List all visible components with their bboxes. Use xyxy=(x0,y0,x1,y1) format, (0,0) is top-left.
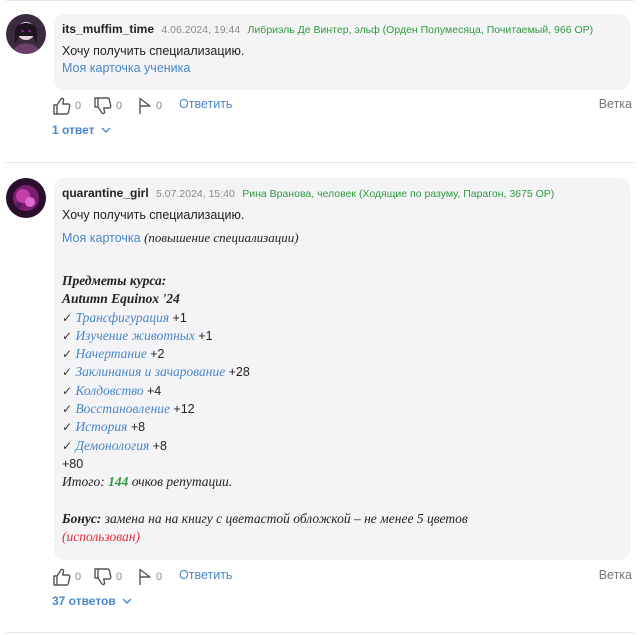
comment-date[interactable]: 5.07.2024, 15:40 xyxy=(156,188,235,200)
subject-points: +2 xyxy=(150,347,165,362)
check-icon: ✓ xyxy=(62,438,73,453)
post-divider xyxy=(6,632,634,633)
comment-text: Хочу получить специализацию. xyxy=(62,44,245,58)
check-icon: ✓ xyxy=(62,420,73,435)
subject-points: +1 xyxy=(172,310,187,325)
answers-label: 37 ответов xyxy=(52,594,116,608)
subject-item: ✓ История +8 xyxy=(62,418,622,436)
dislike-count: 0 xyxy=(116,100,123,112)
link-note: (повышение специализации) xyxy=(144,230,299,245)
show-answers-button[interactable]: 1 ответ xyxy=(52,123,111,137)
reply-button[interactable]: Ответить xyxy=(179,568,232,582)
subject-points: +8 xyxy=(130,420,146,435)
course-name: Autumn Equinox '24 xyxy=(62,291,180,307)
subject-link[interactable]: Восстановление xyxy=(75,401,170,416)
flag-icon xyxy=(139,568,151,585)
subject-item: ✓ Начертание +2 xyxy=(62,345,622,363)
comment-date[interactable]: 4.06.2024, 19:44 xyxy=(161,24,240,36)
subject-item: ✓ Колдовство +4 xyxy=(62,382,622,400)
thumbs-up-icon xyxy=(53,97,71,115)
bonus-text: замена на на книгу с цветастой обложкой … xyxy=(104,510,468,526)
reply-button[interactable]: Ответить xyxy=(179,97,232,111)
comment-text: Хочу получить специализацию. xyxy=(62,208,245,222)
dislike-button[interactable]: 0 xyxy=(93,568,122,586)
extra-points: +80 xyxy=(62,456,84,471)
subject-link[interactable]: Заклинания и зачарование xyxy=(75,364,225,379)
avatar[interactable] xyxy=(6,178,46,218)
subject-points: +1 xyxy=(198,328,213,343)
student-card-link[interactable]: Моя карточка ученика xyxy=(62,61,190,75)
subject-points: +4 xyxy=(147,383,162,398)
top-divider xyxy=(6,0,634,1)
post-divider xyxy=(6,162,634,163)
like-count: 0 xyxy=(75,571,82,583)
bonus-label: Бонус: xyxy=(62,510,102,526)
course-block: Предметы курса: Autumn Equinox '24 ✓ Тра… xyxy=(62,272,622,546)
flag-count: 0 xyxy=(156,100,163,112)
flag-button[interactable]: 0 xyxy=(137,568,162,586)
dislike-count: 0 xyxy=(116,571,123,583)
thumbs-down-icon xyxy=(94,568,112,586)
subject-item: ✓ Изучение животных +1 xyxy=(62,327,622,345)
subject-points: +8 xyxy=(152,438,167,453)
subject-points: +12 xyxy=(173,402,195,417)
subject-link[interactable]: История xyxy=(75,419,127,434)
check-icon: ✓ xyxy=(62,328,73,343)
subject-points: +28 xyxy=(228,365,250,380)
character-info: Рина Вранова, человек (Ходящие по разуму… xyxy=(242,188,555,200)
comment-actions: 0 0 0 Ответить Ветка xyxy=(52,97,632,115)
dislike-button[interactable]: 0 xyxy=(93,97,122,115)
check-icon: ✓ xyxy=(62,365,73,380)
avatar-image xyxy=(6,178,46,218)
chevron-down-icon xyxy=(122,598,132,604)
subject-item: ✓ Восстановление +12 xyxy=(62,400,622,418)
comment-bubble: its_muffim_time 4.06.2024, 19:44 Либриэл… xyxy=(54,14,630,90)
username[interactable]: quarantine_girl xyxy=(62,186,149,200)
check-icon: ✓ xyxy=(62,347,73,362)
total-value: 144 xyxy=(108,474,129,490)
check-icon: ✓ xyxy=(62,402,73,417)
like-count: 0 xyxy=(75,100,82,112)
subject-link[interactable]: Колдовство xyxy=(75,383,143,398)
chevron-down-icon xyxy=(101,127,111,133)
subject-item: ✓ Трансфигурация +1 xyxy=(62,309,622,327)
bonus-status: (использован) xyxy=(62,528,140,544)
like-button[interactable]: 0 xyxy=(52,568,81,586)
comment-header: quarantine_girl 5.07.2024, 15:40 Рина Вр… xyxy=(62,186,622,200)
course-title: Предметы курса: xyxy=(62,273,167,288)
subject-link[interactable]: Трансфигурация xyxy=(75,310,169,325)
check-icon: ✓ xyxy=(62,383,73,398)
subject-item: ✓ Демонология +8 xyxy=(62,437,622,455)
total-line: Итого: 144 очков репутации. xyxy=(62,473,622,491)
thumbs-up-icon xyxy=(53,568,71,586)
like-button[interactable]: 0 xyxy=(52,97,81,115)
total-prefix: Итого: xyxy=(62,474,105,490)
show-answers-button[interactable]: 37 ответов xyxy=(52,594,132,608)
comment-bubble: quarantine_girl 5.07.2024, 15:40 Рина Вр… xyxy=(54,178,630,560)
total-suffix: очков репутации. xyxy=(131,474,233,490)
bonus-line: Бонус: замена на на книгу с цветастой об… xyxy=(62,510,622,528)
subject-list: ✓ Трансфигурация +1 ✓ Изучение животных +… xyxy=(62,309,622,455)
flag-count: 0 xyxy=(156,571,163,583)
subject-link[interactable]: Начертание xyxy=(75,346,146,361)
flag-button[interactable]: 0 xyxy=(137,97,162,115)
comment-header: its_muffim_time 4.06.2024, 19:44 Либриэл… xyxy=(62,22,622,36)
avatar-image xyxy=(6,14,46,54)
flag-icon xyxy=(139,97,151,114)
thread-link[interactable]: Ветка xyxy=(599,97,632,111)
character-info: Либриэль Де Винтер, эльф (Орден Полумеся… xyxy=(247,24,594,36)
subject-item: ✓ Заклинания и зачарование +28 xyxy=(62,363,622,381)
avatar[interactable] xyxy=(6,14,46,54)
thread-link[interactable]: Ветка xyxy=(599,568,632,582)
check-icon: ✓ xyxy=(62,310,73,325)
answers-label: 1 ответ xyxy=(52,123,95,137)
comment-actions: 0 0 0 Ответить Ветка xyxy=(52,568,632,586)
thumbs-down-icon xyxy=(94,97,112,115)
subject-link[interactable]: Демонология xyxy=(75,438,149,453)
username[interactable]: its_muffim_time xyxy=(62,22,154,36)
profile-card-link[interactable]: Моя карточка xyxy=(62,231,141,245)
subject-link[interactable]: Изучение животных xyxy=(75,328,194,343)
